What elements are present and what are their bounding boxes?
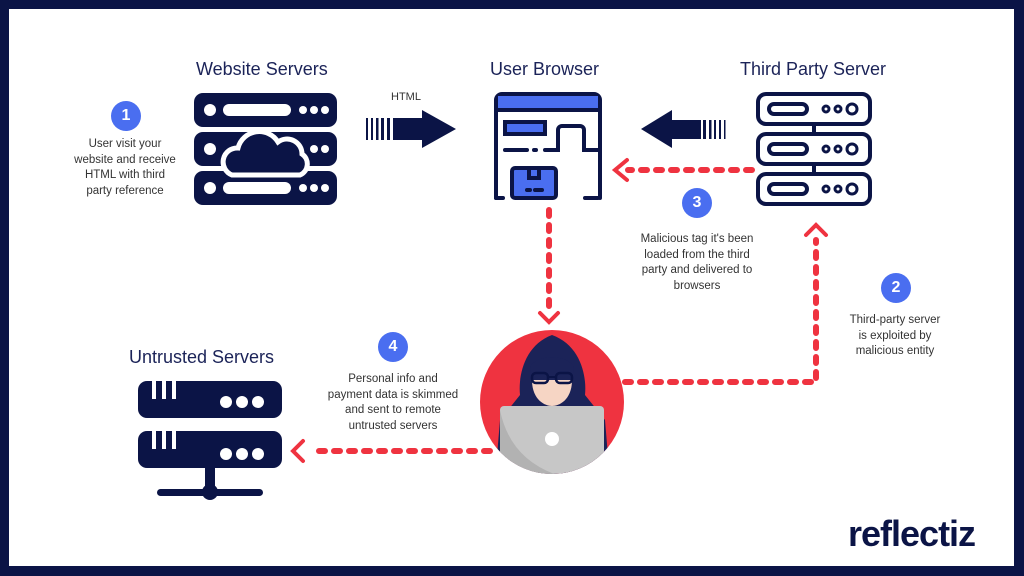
reflectiz-logo: reflectiz [848,513,976,554]
browser-shopping-icon [494,92,602,200]
browser-to-attacker-arrowhead [538,311,560,325]
cloud-server-icon [194,93,337,205]
exfiltration-arrowhead [290,439,305,463]
diagram-graphics [138,92,872,500]
arrow-left-icon [641,110,726,148]
attacker-to-third-party-path [622,237,819,385]
attacker-to-third-party-arrowhead [804,222,828,237]
network-server-icon [138,381,282,500]
server-rack-icon [756,92,872,206]
html-arrow-right-icon [366,110,456,148]
hacker-icon [480,330,624,474]
